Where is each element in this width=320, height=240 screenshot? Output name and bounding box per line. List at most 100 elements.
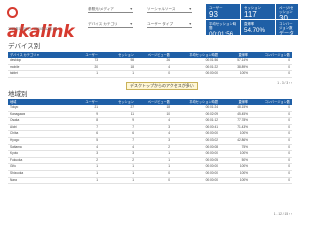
region-pager[interactable]: 1 - 12 / 15 ‹ › bbox=[274, 212, 292, 216]
table-cell: 00:00:00 bbox=[205, 177, 218, 182]
logo-text: akalink bbox=[7, 22, 75, 42]
pager-text: 1 - 3 / 3 bbox=[277, 81, 289, 85]
table-cell: 0 bbox=[288, 151, 290, 156]
table-row[interactable]: Saitama 4 4 2 00:00:08 75% 0 bbox=[8, 145, 292, 152]
chevron-down-icon: ▼ bbox=[188, 7, 192, 11]
table-row[interactable]: Fukuoka 2 2 1 00:00:05 50% 0 bbox=[8, 158, 292, 165]
chevron-down-icon: ▼ bbox=[129, 22, 133, 26]
table-row[interactable]: Osaka 8 9 4 00:01:12 77.78% 0 bbox=[8, 118, 292, 125]
kpi-value: 117 bbox=[244, 10, 257, 19]
chevron-right-icon[interactable]: › bbox=[291, 212, 292, 216]
table-cell: 100% bbox=[239, 170, 248, 175]
table-cell: 71.43% bbox=[237, 124, 248, 129]
table-row[interactable]: Nara 1 1 0 00:00:00 100% 0 bbox=[8, 178, 292, 185]
table-cell: 00:00:00 bbox=[205, 164, 218, 169]
table-cell: 100% bbox=[239, 151, 248, 156]
table-cell: 8 bbox=[96, 118, 98, 123]
table-cell: Kanagawa bbox=[10, 111, 26, 116]
table-cell: 0 bbox=[288, 118, 290, 123]
table-cell: Hyogo bbox=[10, 137, 20, 142]
chevron-left-icon[interactable]: ‹ bbox=[289, 212, 290, 216]
table-cell: 7 bbox=[96, 124, 98, 129]
table-cell: 1 bbox=[132, 177, 134, 182]
table-row[interactable]: mobile 20 18 4 00:01:22 38.89% 0 bbox=[8, 65, 292, 72]
filter-device-category[interactable]: デバイス カテゴリ ▼ bbox=[88, 21, 133, 28]
filter-social-source[interactable]: ソーシャルソース ▼ bbox=[147, 6, 192, 13]
table-cell: 6 bbox=[96, 131, 98, 136]
table-cell: 98 bbox=[130, 58, 134, 62]
kpi-value: 93 bbox=[209, 10, 218, 19]
table-cell: 18 bbox=[166, 105, 170, 109]
table-row[interactable]: Hyogo 5 7 3 00:03:02 42.86% 0 bbox=[8, 138, 292, 145]
chevron-down-icon: ▼ bbox=[129, 7, 133, 11]
table-cell: Kyoto bbox=[10, 151, 19, 156]
table-cell: 20 bbox=[94, 64, 98, 69]
table-row[interactable]: Aichi 7 7 3 00:00:41 71.43% 0 bbox=[8, 125, 292, 132]
table-cell: 1 bbox=[168, 157, 170, 162]
table-cell: 0 bbox=[168, 71, 170, 76]
table-cell: 42.86% bbox=[237, 137, 248, 142]
kpi-conversions: コンバージョン数 データな bbox=[276, 20, 298, 46]
table-cell: 9 bbox=[96, 111, 98, 116]
table-cell: 4 bbox=[132, 144, 134, 149]
table-cell: 1 bbox=[132, 71, 134, 76]
table-cell: 0 bbox=[168, 170, 170, 175]
table-cell: 3 bbox=[168, 124, 170, 129]
device-section-title: デバイス別 bbox=[8, 43, 41, 50]
table-cell: 0 bbox=[288, 157, 290, 162]
table-row[interactable]: Gifu 1 1 1 00:00:00 100% 0 bbox=[8, 164, 292, 171]
filter-label: デバイス カテゴリ bbox=[88, 22, 118, 26]
table-row[interactable]: Shizuoka 1 1 0 00:00:00 100% 0 bbox=[8, 171, 292, 178]
filter-user-type[interactable]: ユーザー タイプ ▼ bbox=[147, 21, 192, 28]
chevron-right-icon[interactable]: › bbox=[291, 81, 292, 85]
table-cell: 00:00:08 bbox=[205, 144, 218, 149]
table-cell: 0 bbox=[288, 170, 290, 175]
table-cell: 00:02:09 bbox=[205, 111, 218, 116]
table-cell: 3 bbox=[132, 151, 134, 156]
table-row[interactable]: Tokyo 21 27 18 00:01:24 48.15% 0 bbox=[8, 105, 292, 112]
date-range-picker[interactable]: 2024年11月1日 - 2024年12月1日 bbox=[8, 26, 58, 31]
kpi-users: ユーザー 93 bbox=[206, 4, 240, 19]
table-cell: 18 bbox=[130, 64, 134, 69]
kpi-value: 00:01:56 bbox=[209, 31, 234, 38]
table-cell: 48.15% bbox=[237, 105, 248, 109]
device-rows: desktop 73 98 26 00:01:56 57.14% 0 mobile 20 18 4 0… bbox=[8, 58, 292, 78]
kpi-label: ページ/セッション bbox=[279, 6, 294, 14]
table-row[interactable]: Kyoto 3 3 1 00:00:00 100% 0 bbox=[8, 151, 292, 158]
table-cell: Gifu bbox=[10, 164, 16, 169]
table-row[interactable]: Kanagawa 9 11 10 00:02:09 45.45% 0 bbox=[8, 112, 292, 119]
table-cell: 0 bbox=[288, 164, 290, 169]
table-cell: 00:00:00 bbox=[205, 170, 218, 175]
table-row[interactable]: tablet 1 1 0 00:00:00 100% 0 bbox=[8, 71, 292, 78]
table-cell: 4 bbox=[168, 118, 170, 123]
table-cell: 0 bbox=[288, 111, 290, 116]
table-cell: 1 bbox=[96, 170, 98, 175]
table-cell: 0 bbox=[288, 105, 290, 109]
table-cell: 00:00:05 bbox=[205, 157, 218, 162]
table-cell: 77.78% bbox=[237, 118, 248, 123]
table-cell: 2 bbox=[132, 157, 134, 162]
table-row[interactable]: desktop 73 98 26 00:01:56 57.14% 0 bbox=[8, 58, 292, 65]
region-rows: Tokyo 21 27 18 00:01:24 48.15% 0 Kanagawa 9 11 10 0… bbox=[8, 105, 292, 185]
table-cell: 00:01:22 bbox=[205, 64, 218, 69]
table-cell: 2 bbox=[168, 144, 170, 149]
table-cell: 00:01:12 bbox=[205, 118, 218, 123]
table-cell: 0 bbox=[288, 177, 290, 182]
chevron-left-icon[interactable]: ‹ bbox=[289, 81, 290, 85]
table-cell: 00:01:56 bbox=[205, 58, 218, 62]
table-cell: 75% bbox=[241, 144, 248, 149]
filter-source-medium[interactable]: 参照元/メディア ▼ bbox=[88, 6, 133, 13]
table-cell: 57.14% bbox=[237, 58, 248, 62]
table-cell: 2 bbox=[96, 157, 98, 162]
table-cell: desktop bbox=[10, 58, 22, 62]
device-pager[interactable]: 1 - 3 / 3 ‹ › bbox=[277, 81, 292, 85]
table-cell: 100% bbox=[239, 177, 248, 182]
table-cell: 100% bbox=[239, 131, 248, 136]
table-cell: 4 bbox=[168, 131, 170, 136]
table-cell: 100% bbox=[239, 164, 248, 169]
chevron-down-icon: ▼ bbox=[188, 22, 192, 26]
table-cell: 5 bbox=[96, 137, 98, 142]
table-cell: 3 bbox=[168, 137, 170, 142]
table-row[interactable]: Chiba 6 6 4 00:00:00 100% 0 bbox=[8, 131, 292, 138]
table-cell: 21 bbox=[94, 105, 98, 109]
